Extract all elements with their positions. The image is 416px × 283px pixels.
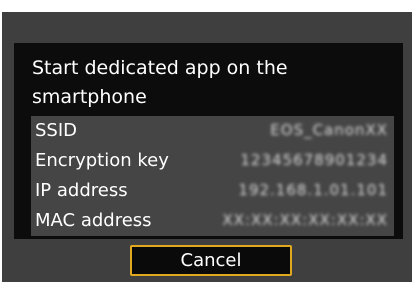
mac-address-label: MAC address (35, 210, 152, 231)
info-row-ssid: SSID EOS_CanonXX (31, 116, 394, 146)
connection-info-table: SSID EOS_CanonXX Encryption key 12345678… (31, 116, 394, 236)
ssid-value: EOS_CanonXX (270, 121, 388, 139)
mac-address-value: XX:XX:XX:XX:XX:XX (222, 211, 388, 229)
dialog-message: Start dedicated app on the smartphone (32, 57, 288, 108)
ip-address-label: IP address (35, 180, 128, 201)
camera-lcd-screen: Start dedicated app on the smartphone SS… (0, 0, 416, 283)
info-row-mac-address: MAC address XX:XX:XX:XX:XX:XX (31, 206, 394, 236)
encryption-key-label: Encryption key (35, 150, 169, 171)
dialog-panel: Start dedicated app on the smartphone SS… (14, 43, 403, 239)
ip-address-value: 192.168.1.01.101 (238, 181, 388, 199)
ssid-label: SSID (35, 120, 78, 141)
encryption-key-value: 12345678901234 (240, 151, 388, 169)
cancel-button[interactable]: Cancel (130, 245, 292, 276)
info-row-ip-address: IP address 192.168.1.01.101 (31, 176, 394, 206)
info-row-encryption-key: Encryption key 12345678901234 (31, 146, 394, 176)
